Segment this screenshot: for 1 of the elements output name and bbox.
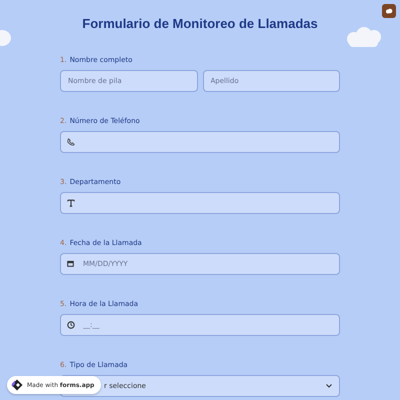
form-title: Formulario de Monitoreo de Llamadas bbox=[82, 15, 318, 33]
